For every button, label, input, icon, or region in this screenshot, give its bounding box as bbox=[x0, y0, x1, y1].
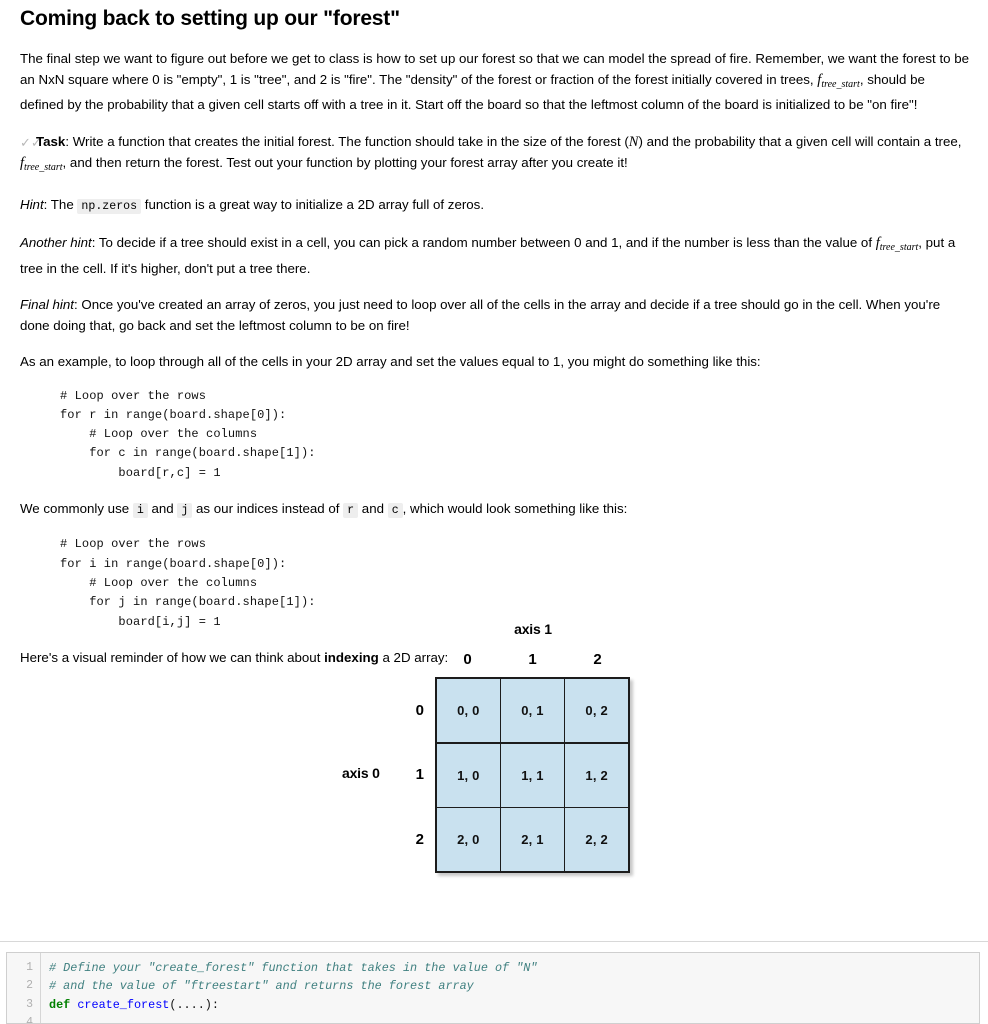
editor-code-area[interactable]: # Define your "create_forest" function t… bbox=[41, 953, 979, 1023]
page-title: Coming back to setting up our "forest" bbox=[20, 7, 400, 30]
indices-text-c: as our indices instead of bbox=[192, 500, 344, 516]
math-f-tree-start-1: ftree_start bbox=[817, 71, 860, 90]
visual-intro-bold: indexing bbox=[324, 649, 379, 665]
final-hint-paragraph: Final hint: Once you've created an array… bbox=[20, 295, 970, 336]
inline-code-c: c bbox=[387, 502, 403, 518]
math-var-n: N bbox=[628, 133, 639, 150]
line-number: 3 bbox=[26, 997, 33, 1011]
code-block-rc: # Loop over the rows for r in range(boar… bbox=[60, 388, 316, 480]
row-header-0: 0 bbox=[415, 702, 424, 719]
code-function-name: create_forest bbox=[70, 997, 170, 1012]
axis1-label: axis 1 bbox=[514, 621, 552, 637]
another-hint-paragraph: Another hint: To decide if a tree should… bbox=[20, 233, 970, 279]
code-args: (....): bbox=[169, 997, 219, 1012]
math-f-tree-start-2: ftree_start bbox=[20, 155, 63, 173]
task-text-b: ) and the probability that a given cell … bbox=[638, 133, 962, 149]
line-number: 4 bbox=[26, 1015, 33, 1024]
grid-cell: 0, 0 bbox=[437, 679, 500, 742]
code-keyword-def: def bbox=[49, 997, 71, 1012]
line-number: 1 bbox=[26, 961, 33, 974]
grid-cell: 1, 2 bbox=[565, 743, 628, 807]
double-check-icon: ✓✓ bbox=[20, 134, 42, 150]
row-header-2: 2 bbox=[415, 831, 424, 848]
grid-cell: 0, 1 bbox=[501, 679, 564, 742]
indices-note-paragraph: We commonly use i and j as our indices i… bbox=[20, 499, 970, 522]
grid-cell: 1, 1 bbox=[501, 743, 564, 807]
code-comment-line-1: # Define your "create_forest" function t… bbox=[49, 961, 538, 975]
indices-text-e: , which would look something like this: bbox=[402, 500, 628, 516]
task-label: Task bbox=[36, 133, 66, 149]
axis0-label: axis 0 bbox=[342, 765, 380, 781]
column-header-2: 2 bbox=[593, 651, 602, 668]
grid-cell: 1, 0 bbox=[437, 743, 500, 807]
math-f-tree-start-3: ftree_start bbox=[875, 235, 919, 253]
notebook-page: Coming back to setting up our "forest" T… bbox=[0, 0, 988, 1024]
array-grid: 0, 0 0, 1 0, 2 1, 0 1, 1 1, 2 2, 0 2, 1 … bbox=[435, 677, 630, 873]
line-number: 2 bbox=[26, 979, 33, 993]
hint-text-b: function is a great way to initialize a … bbox=[141, 196, 485, 212]
code-cell-editor[interactable]: 1 2 3 4 # Define your "create_forest" funct… bbox=[6, 952, 980, 1024]
inline-code-r: r bbox=[343, 502, 359, 518]
inline-code-np-zeros: np.zeros bbox=[77, 198, 142, 214]
grid-cell: 0, 2 bbox=[565, 679, 628, 742]
column-header-0: 0 bbox=[463, 651, 472, 668]
editor-line-number-gutter: 1 2 3 4 bbox=[7, 953, 41, 1023]
visual-intro-text-a: Here's a visual reminder of how we can t… bbox=[20, 649, 325, 665]
another-hint-text-a: : To decide if a tree should exist in a … bbox=[91, 235, 876, 250]
grid-cell: 2, 1 bbox=[501, 808, 564, 871]
another-hint-label: Another hint bbox=[20, 235, 92, 250]
indices-text-b: and bbox=[147, 500, 178, 516]
hint-text-a: : The bbox=[43, 196, 78, 212]
section-divider bbox=[0, 941, 988, 942]
hint-paragraph: Hint: The np.zeros function is a great w… bbox=[20, 195, 970, 218]
example-intro-paragraph: As an example, to loop through all of th… bbox=[20, 354, 761, 369]
hint-label: Hint bbox=[20, 196, 44, 212]
inline-code-i: i bbox=[132, 502, 148, 518]
grid-cell: 2, 0 bbox=[437, 808, 500, 871]
task-text-c: , and then return the forest. Test out y… bbox=[62, 155, 628, 170]
task-paragraph: ✓✓Task: Write a function that creates th… bbox=[20, 132, 970, 179]
inline-code-j: j bbox=[177, 502, 193, 518]
indices-text-d: and bbox=[358, 500, 388, 516]
task-text-a: : Write a function that creates the init… bbox=[65, 133, 629, 149]
intro-paragraph: The final step we want to figure out bef… bbox=[20, 49, 970, 116]
row-header-1: 1 bbox=[415, 766, 424, 783]
code-block-ij: # Loop over the rows for i in range(boar… bbox=[60, 537, 316, 629]
indices-text-a: We commonly use bbox=[20, 500, 133, 516]
final-hint-text: : Once you've created an array of zeros,… bbox=[20, 297, 941, 333]
column-header-1: 1 bbox=[528, 651, 537, 668]
code-comment-line-2: # and the value of "ftreestart" and retu… bbox=[49, 979, 474, 994]
grid-cell: 2, 2 bbox=[565, 808, 628, 871]
final-hint-label: Final hint bbox=[20, 297, 74, 312]
